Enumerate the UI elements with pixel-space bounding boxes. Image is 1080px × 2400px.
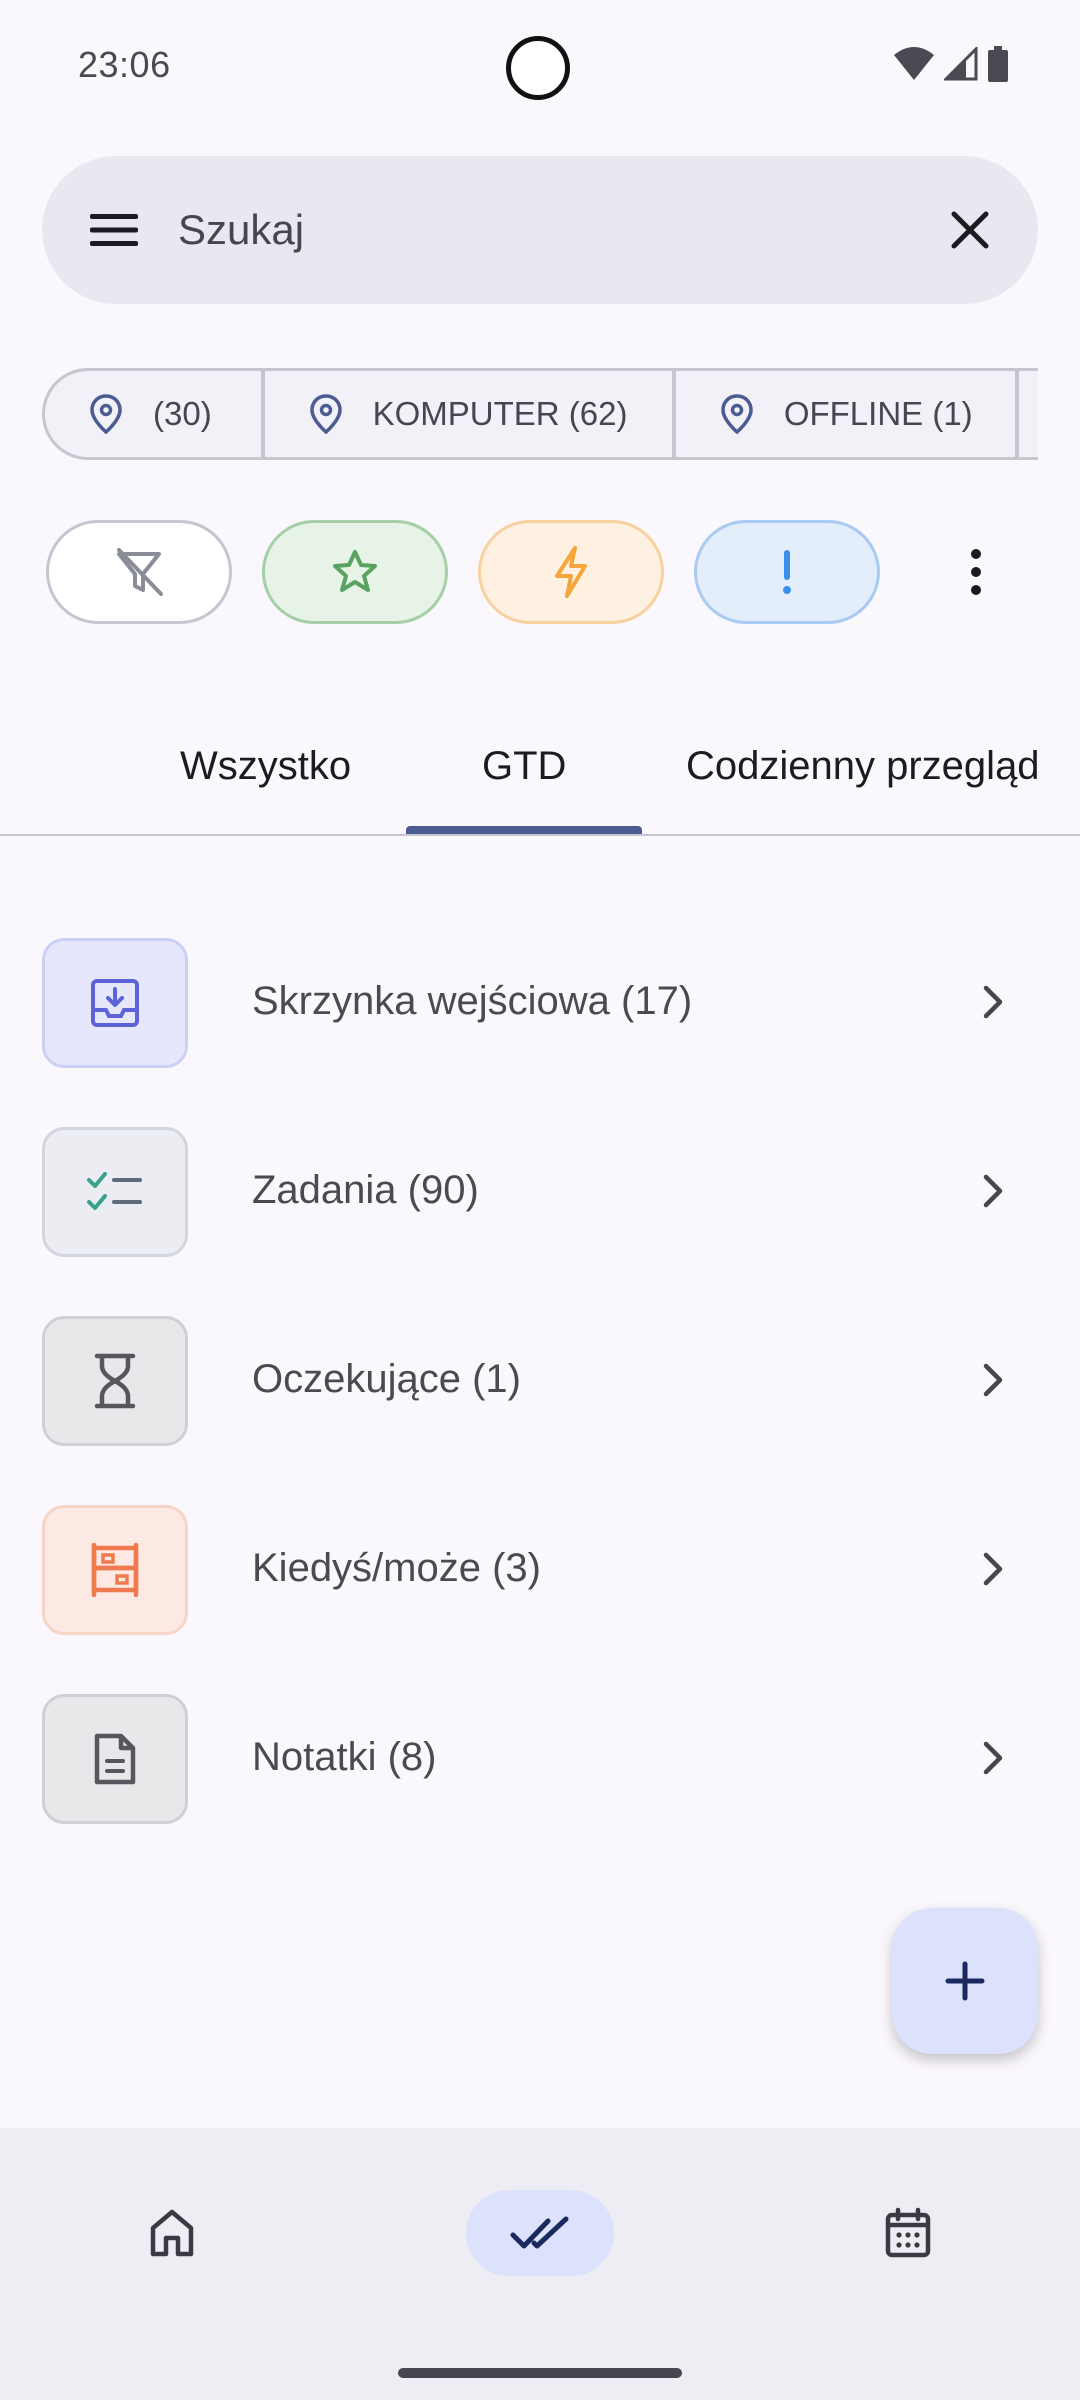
context-chips-row: (30) KOMPUTER (62) OFFLINE (1) — [42, 368, 1038, 460]
more-vert-icon[interactable] — [966, 548, 986, 596]
location-pin-icon — [309, 394, 342, 434]
add-button[interactable] — [892, 1908, 1038, 2054]
list-label: Notatki (8) — [252, 1735, 437, 1779]
list-item-inbox[interactable]: Skrzynka wejściowa (17) — [0, 930, 1080, 1080]
nav-calendar[interactable] — [834, 2190, 982, 2276]
list-item-notes[interactable]: Notatki (8) — [0, 1686, 1080, 1836]
tab-wszystko[interactable]: Wszystko — [180, 744, 351, 789]
filter-chip-clear[interactable] — [46, 520, 232, 624]
context-chip[interactable]: OFFLINE (1) — [676, 371, 1020, 457]
chevron-right-icon — [983, 1174, 1003, 1208]
nav-home[interactable] — [98, 2190, 246, 2276]
filter-chip-starred[interactable] — [262, 520, 448, 624]
home-indicator[interactable] — [398, 2368, 682, 2378]
signal-icon — [944, 47, 978, 81]
shelf-icon — [91, 1543, 139, 1597]
inbox-icon — [91, 979, 139, 1027]
tab-bar: Wszystko GTD Codzienny przegląd — [0, 720, 1080, 836]
calendar-icon — [885, 2207, 931, 2258]
filter-chip-energy[interactable] — [478, 520, 664, 624]
context-chip-group: (30) KOMPUTER (62) OFFLINE (1) — [42, 368, 1038, 460]
list-icon-box — [42, 1127, 188, 1257]
filter-chip-priority[interactable] — [694, 520, 880, 624]
checklist-icon — [87, 1172, 142, 1210]
list-item-someday[interactable]: Kiedyś/może (3) — [0, 1497, 1080, 1647]
battery-icon — [988, 46, 1008, 82]
filter-off-icon — [117, 548, 163, 596]
tasks-done-icon — [510, 2216, 569, 2249]
home-icon — [150, 2209, 194, 2257]
chevron-right-icon — [983, 1363, 1003, 1397]
tab-gtd[interactable]: GTD — [482, 744, 566, 789]
status-bar: 23:06 — [0, 0, 1080, 136]
menu-icon[interactable] — [90, 212, 138, 248]
list-label: Zadania (90) — [252, 1168, 479, 1212]
priority-icon — [783, 550, 791, 594]
nav-tasks[interactable] — [466, 2190, 614, 2276]
camera-cutout — [506, 36, 570, 100]
location-pin-icon — [90, 394, 122, 434]
tab-indicator — [406, 826, 642, 834]
filter-chips-row — [46, 520, 1046, 624]
wifi-icon — [894, 47, 934, 80]
list-icon-box — [42, 1694, 188, 1824]
star-icon — [333, 550, 377, 592]
list-item-waiting[interactable]: Oczekujące (1) — [0, 1308, 1080, 1458]
plus-icon — [945, 1961, 985, 2001]
list-icon-box — [42, 1505, 188, 1635]
hourglass-icon — [94, 1353, 136, 1409]
lightning-icon — [555, 546, 587, 598]
chevron-right-icon — [983, 1552, 1003, 1586]
status-icons — [894, 46, 1008, 82]
tab-codzienny-przeglad[interactable]: Codzienny przegląd — [686, 744, 1040, 789]
context-chip-label: (30) — [153, 395, 212, 432]
context-chip[interactable]: (30) — [45, 371, 265, 457]
list-item-tasks[interactable]: Zadania (90) — [0, 1119, 1080, 1269]
list-label: Oczekujące (1) — [252, 1357, 521, 1401]
status-time: 23:06 — [78, 44, 171, 85]
context-chip[interactable] — [1019, 371, 1038, 457]
search-bar[interactable]: Szukaj — [42, 156, 1038, 304]
list-label: Kiedyś/może (3) — [252, 1546, 541, 1590]
chevron-right-icon — [983, 985, 1003, 1019]
list-icon-box — [42, 938, 188, 1068]
location-pin-icon — [721, 394, 753, 434]
note-icon — [94, 1733, 136, 1785]
list-icon-box — [42, 1316, 188, 1446]
context-chip-label: OFFLINE (1) — [783, 395, 973, 432]
chevron-right-icon — [983, 1741, 1003, 1775]
bottom-navigation — [0, 2128, 1080, 2400]
context-chip-label: KOMPUTER (62) — [372, 395, 628, 432]
context-chip[interactable]: KOMPUTER (62) — [265, 371, 676, 457]
list-label: Skrzynka wejściowa (17) — [252, 979, 693, 1023]
close-icon[interactable] — [946, 206, 994, 254]
search-input[interactable]: Szukaj — [178, 206, 304, 254]
